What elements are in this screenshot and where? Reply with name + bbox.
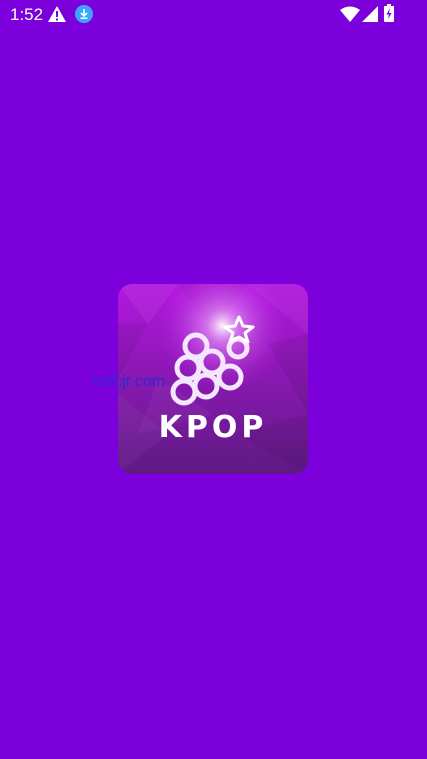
warning-icon (48, 6, 66, 22)
download-icon (75, 5, 93, 23)
watermark-text: hnfcjr.com (92, 373, 165, 390)
status-time: 1:52 (10, 5, 44, 24)
battery-charging-icon (384, 4, 394, 22)
logo-text: KPOP (158, 410, 268, 445)
wifi-icon (340, 6, 360, 22)
signal-icon (362, 6, 378, 22)
status-bar: 1:52 (0, 0, 427, 30)
